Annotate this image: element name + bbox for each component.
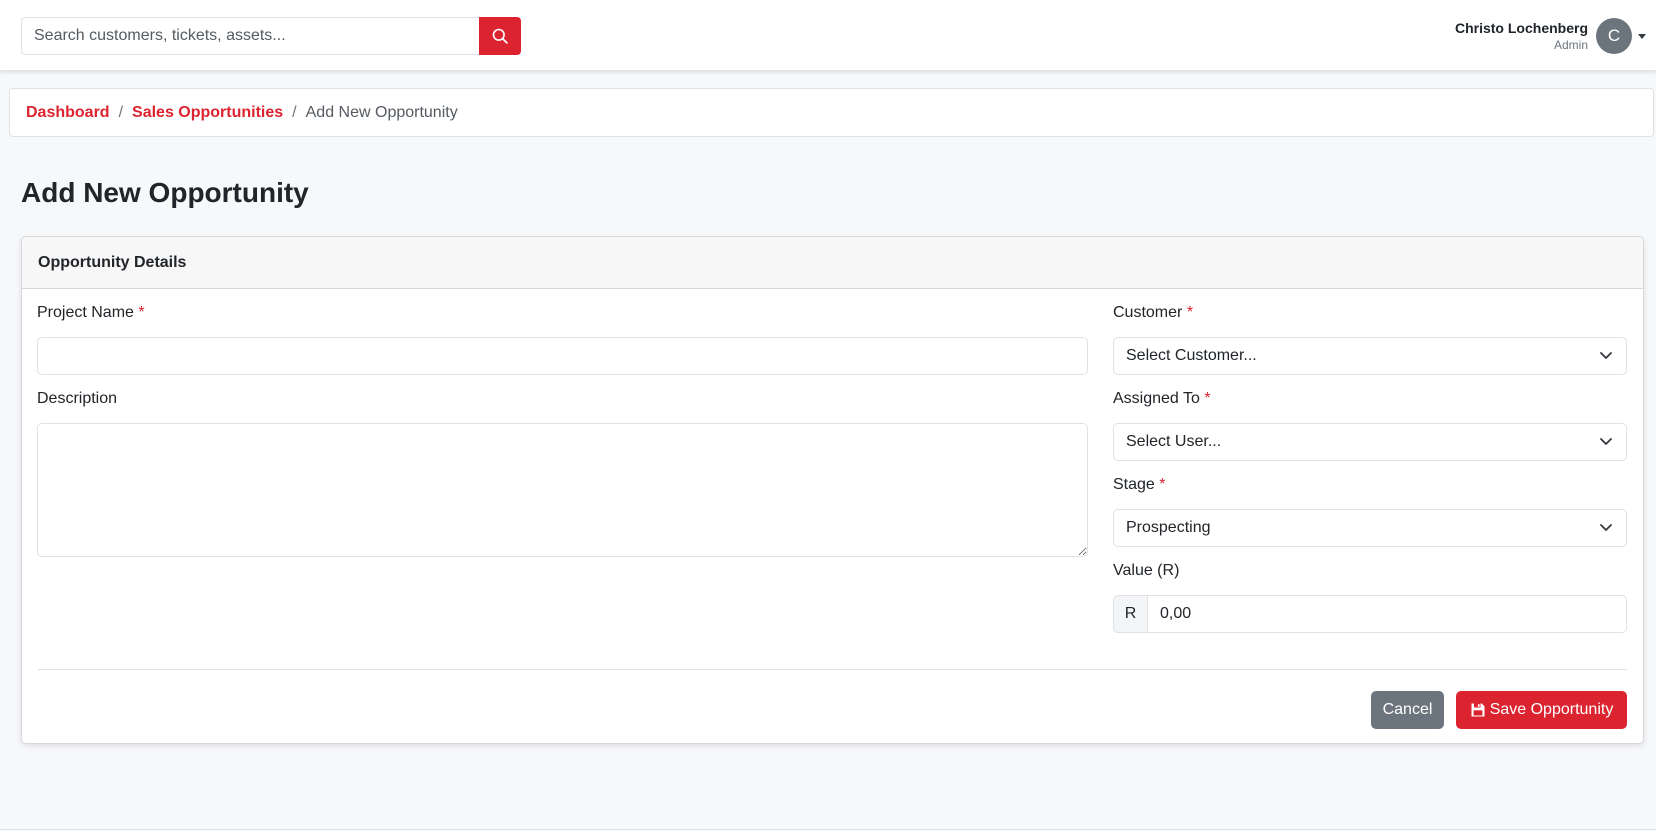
opportunity-form-card: Opportunity Details Project Name * Descr… xyxy=(21,236,1644,744)
form-divider xyxy=(38,669,1627,670)
value-label: Value (R) xyxy=(1113,562,1180,579)
stage-select-value: Prospecting xyxy=(1126,519,1211,536)
avatar[interactable]: C xyxy=(1596,18,1632,54)
cancel-button-label: Cancel xyxy=(1382,701,1433,718)
breadcrumb-dashboard[interactable]: Dashboard xyxy=(26,104,110,122)
caret-down-icon[interactable] xyxy=(1638,33,1646,39)
customer-select[interactable]: Select Customer... xyxy=(1113,337,1627,375)
user-info: Christo Lochenberg Admin xyxy=(1455,19,1588,53)
currency-prefix: R xyxy=(1113,595,1148,633)
description-label: Description xyxy=(37,390,118,407)
save-button-label: Save Opportunity xyxy=(1489,701,1614,718)
description-textarea[interactable] xyxy=(37,423,1088,557)
stage-label: Stage * xyxy=(1113,476,1166,494)
user-role: Admin xyxy=(1553,38,1588,52)
customer-select-value: Select Customer... xyxy=(1126,347,1257,364)
stage-select[interactable]: Prospecting xyxy=(1113,509,1627,547)
breadcrumb-separator: / xyxy=(118,103,124,121)
assigned-to-select-value: Select User... xyxy=(1126,433,1222,450)
required-mark: * xyxy=(1159,476,1166,493)
project-name-label: Project Name * xyxy=(37,304,145,322)
project-name-input[interactable] xyxy=(37,337,1088,375)
value-input-group: R xyxy=(1113,595,1627,633)
chevron-down-icon xyxy=(1600,352,1612,359)
required-mark: * xyxy=(1186,304,1194,321)
assigned-to-label: Assigned To * xyxy=(1113,390,1211,408)
page-title: Add New Opportunity xyxy=(21,177,309,208)
search-group xyxy=(21,17,521,55)
cancel-button[interactable]: Cancel xyxy=(1371,691,1444,729)
value-input[interactable] xyxy=(1148,595,1627,633)
card-header: Opportunity Details xyxy=(22,237,1643,289)
save-opportunity-button[interactable]: Save Opportunity xyxy=(1456,691,1627,729)
user-name: Christo Lochenberg xyxy=(1454,20,1588,36)
breadcrumb: Dashboard / Sales Opportunities / Add Ne… xyxy=(9,88,1654,137)
stage-label-text: Stage xyxy=(1113,476,1155,493)
search-icon xyxy=(492,28,508,44)
breadcrumb-sales-opportunities[interactable]: Sales Opportunities xyxy=(132,104,283,122)
required-mark: * xyxy=(138,304,145,321)
user-menu[interactable]: Christo Lochenberg Admin C xyxy=(1455,17,1646,55)
search-input[interactable] xyxy=(21,17,479,55)
save-icon xyxy=(1471,703,1485,717)
top-navbar: Christo Lochenberg Admin C xyxy=(0,0,1656,71)
chevron-down-icon xyxy=(1600,524,1612,531)
customer-label: Customer * xyxy=(1113,304,1193,322)
customer-label-text: Customer xyxy=(1113,304,1183,321)
breadcrumb-current: Add New Opportunity xyxy=(305,103,458,121)
required-mark: * xyxy=(1204,390,1211,407)
assigned-to-select[interactable]: Select User... xyxy=(1113,423,1627,461)
assigned-to-label-text: Assigned To xyxy=(1113,390,1200,407)
project-name-label-text: Project Name xyxy=(37,304,134,321)
breadcrumb-separator: / xyxy=(292,103,297,121)
footer-divider xyxy=(0,829,1656,830)
search-button[interactable] xyxy=(479,17,521,55)
chevron-down-icon xyxy=(1600,438,1612,445)
